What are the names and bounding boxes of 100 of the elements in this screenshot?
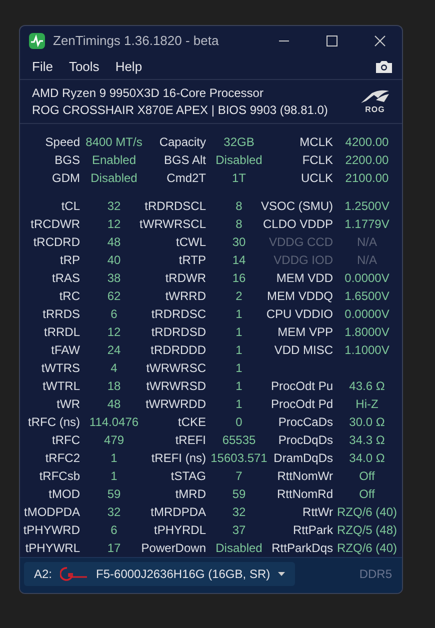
timing-label: tRTP [178, 253, 207, 268]
field-label: GDM [52, 171, 81, 186]
timing-value: 1.6500V [344, 289, 390, 304]
timing-label: tMRD [175, 487, 207, 502]
timing-label: CLDO VDDP [262, 217, 334, 232]
timing-value: 14 [232, 253, 246, 268]
timing-value: 65535 [222, 433, 256, 448]
field-label: Capacity [159, 135, 207, 150]
timing-value: 30 [232, 235, 246, 250]
timing-label: tRDRDDD [150, 343, 207, 358]
timing-label: tRDRDSD [151, 325, 207, 340]
timing-label: tPHYRDL [154, 523, 207, 538]
timing-value: 1 [110, 469, 118, 484]
timing-value: RZQ/5 (48) [337, 523, 398, 538]
timing-value: 1 [236, 325, 242, 340]
timing-value: RZQ/6 (40) [337, 505, 398, 520]
menu-item[interactable]: File [32, 59, 53, 74]
menu-item[interactable]: Help [115, 59, 142, 74]
timing-label: tCKE [178, 415, 207, 430]
field-label: UCLK [300, 171, 334, 186]
timing-value: 43.6 Ω [349, 379, 385, 394]
timing-label: tWR [56, 397, 81, 412]
window-title: ZenTimings 1.36.1820 - beta [53, 33, 219, 48]
timing-value: 34.0 Ω [349, 451, 385, 466]
close-icon[interactable] [374, 34, 386, 47]
timing-label: tSTAG [170, 469, 207, 484]
timing-label: tWTRS [41, 361, 81, 376]
maximize-icon[interactable] [326, 34, 338, 47]
timing-value: 1.8000V [344, 325, 390, 340]
timing-value: Off [359, 469, 375, 484]
timing-value: N/A [356, 253, 377, 268]
timing-value: 38 [107, 271, 121, 286]
field-value: 2100.00 [345, 171, 389, 186]
timing-label: ProcOdt Pd [270, 397, 334, 412]
timing-label: tPHYWRD [23, 523, 81, 538]
timing-value: 37 [232, 523, 246, 538]
timing-label: RttParkDqs [272, 541, 334, 556]
timing-label: CPU VDDIO [266, 307, 334, 322]
timing-label: tFAW [51, 343, 81, 358]
timing-label: tWRWRSD [146, 379, 207, 394]
field-label: Cmd2T [166, 171, 207, 186]
timing-value: 18 [107, 379, 121, 394]
timing-label: MEM VDDQ [267, 289, 334, 304]
timing-label: ProcOdt Pu [270, 379, 334, 394]
timing-value: 1.1779V [344, 217, 390, 232]
timing-label: tREFI (ns) [151, 451, 207, 466]
timing-label: tRCDWR [30, 217, 81, 232]
timing-value: 17 [107, 541, 121, 556]
timing-value: 114.0476 [89, 415, 139, 430]
timing-value: 1 [236, 361, 242, 376]
timing-label: VDD MISC [274, 343, 334, 358]
swirl-logo-icon [60, 566, 88, 581]
timing-value: N/A [356, 235, 377, 250]
timing-value: Disabled [216, 541, 262, 556]
field-label: FCLK [302, 153, 334, 168]
timing-label: tWTRL [42, 379, 81, 394]
timing-value: 15603.571 [210, 451, 268, 466]
timing-value: 0.0000V [344, 271, 390, 286]
timing-label: tWRWRSC [146, 361, 207, 376]
timing-value: 4 [110, 361, 118, 376]
caret-icon [278, 572, 286, 576]
timing-label: tRFC2 [45, 451, 81, 466]
timing-label: ProcDqDs [278, 433, 334, 448]
timing-label: tRAS [52, 271, 81, 286]
logo-text: ROG [365, 104, 385, 114]
timing-label: tMODPDA [24, 505, 81, 520]
field-label: Speed [45, 135, 81, 150]
field-value: 1T [232, 171, 246, 186]
timing-value: 12 [107, 325, 121, 340]
timing-label: tWRWRSCL [140, 217, 207, 232]
timing-value: 24 [107, 343, 121, 358]
field-value: 4200.00 [345, 135, 389, 150]
timing-label: RttNomWr [277, 469, 334, 484]
timing-label: VDDG CCD [268, 235, 334, 250]
field-value: Disabled [216, 153, 262, 168]
timing-label: tMOD [48, 487, 81, 502]
timing-label: PowerDown [141, 541, 207, 556]
field-value: 8400 MT/s [86, 135, 142, 150]
timing-value: Hi-Z [356, 397, 378, 412]
timing-label: tRDWR [165, 271, 207, 286]
timing-label: tRRDS [42, 307, 81, 322]
timing-label: tRFC [52, 433, 81, 448]
timing-value: 0.0000V [344, 307, 390, 322]
timing-label: tMRDPDA [150, 505, 207, 520]
timing-label: tRFC (ns) [28, 415, 81, 430]
camera-icon[interactable] [376, 60, 392, 74]
timing-label: ProcCaDs [278, 415, 334, 430]
module-dropdown[interactable]: A2: F5-6000J2636H16G (16GB, SR) [24, 562, 296, 586]
timing-value: 32 [232, 505, 246, 520]
timing-value: Off [359, 487, 375, 502]
timing-label: tWRWRDD [146, 397, 207, 412]
timing-label: VDDG IOD [274, 253, 334, 268]
board-info: ROG CROSSHAIR X870E APEX | BIOS 9903 (98.81.0) [32, 103, 329, 118]
eye-logo-icon [360, 90, 390, 104]
menu-item[interactable]: Tools [68, 59, 100, 74]
timing-label: tCWL [176, 235, 207, 250]
timing-value: 34.3 Ω [349, 433, 385, 448]
timing-value: 16 [232, 271, 246, 286]
timing-value: 1 [110, 451, 118, 466]
timing-value: 6 [110, 523, 118, 538]
